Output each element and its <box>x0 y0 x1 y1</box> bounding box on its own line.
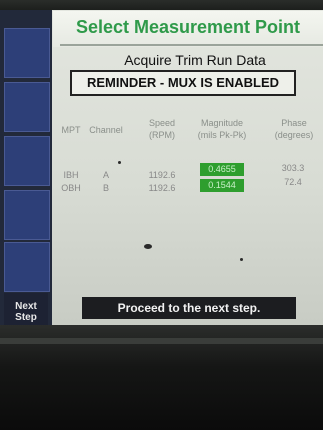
softkey-1[interactable] <box>4 28 50 78</box>
row1-mpt: IBH <box>63 170 79 180</box>
softkey-3[interactable] <box>4 136 50 186</box>
phase-header-line2: (degrees) <box>274 130 314 140</box>
row1-phase: 303.3 <box>281 163 305 173</box>
row1-magnitude[interactable]: 0.4655 <box>200 163 244 176</box>
row2-speed: 1192.6 <box>148 183 176 193</box>
status-message-bar: Proceed to the next step. <box>82 297 296 319</box>
phase-header-line1: Phase <box>281 118 307 128</box>
row1-speed: 1192.6 <box>148 170 176 180</box>
row2-magnitude[interactable]: 0.1544 <box>200 179 244 192</box>
softkey-2[interactable] <box>4 82 50 132</box>
column-header-channel: Channel <box>89 125 123 135</box>
row2-phase: 72.4 <box>284 177 302 187</box>
page-subtitle: Acquire Trim Run Data <box>124 52 266 68</box>
screen-speck <box>144 244 152 249</box>
speed-header-line2: (RPM) <box>149 130 175 140</box>
softkey-5[interactable] <box>4 242 50 292</box>
page-title: Select Measurement Point <box>75 17 301 37</box>
bezel-divider <box>0 338 323 344</box>
mux-reminder-banner: REMINDER - MUX IS ENABLED <box>70 70 296 96</box>
row2-mpt: OBH <box>61 183 81 193</box>
row1-channel: A <box>102 170 109 180</box>
row2-channel: B <box>102 183 109 193</box>
column-header-mpt: MPT <box>61 125 81 135</box>
title-divider <box>60 44 323 46</box>
next-step-label-line1: Next <box>15 301 37 312</box>
speed-header-line1: Speed <box>148 118 176 128</box>
softkey-sidebar: Next Step <box>0 10 52 331</box>
screen-speck <box>240 258 243 261</box>
magnitude-header-line1: Magnitude <box>200 118 244 128</box>
column-header-phase: Phase (degrees) <box>268 117 320 141</box>
column-header-speed: Speed (RPM) <box>142 117 182 141</box>
screen-speck <box>118 161 121 164</box>
next-step-label-line2: Step <box>15 312 37 323</box>
magnitude-header-line2: (mils Pk-Pk) <box>197 130 247 140</box>
title-bar: Select Measurement Point <box>53 11 323 47</box>
column-header-magnitude: Magnitude (mils Pk-Pk) <box>190 117 254 141</box>
softkey-4[interactable] <box>4 190 50 240</box>
